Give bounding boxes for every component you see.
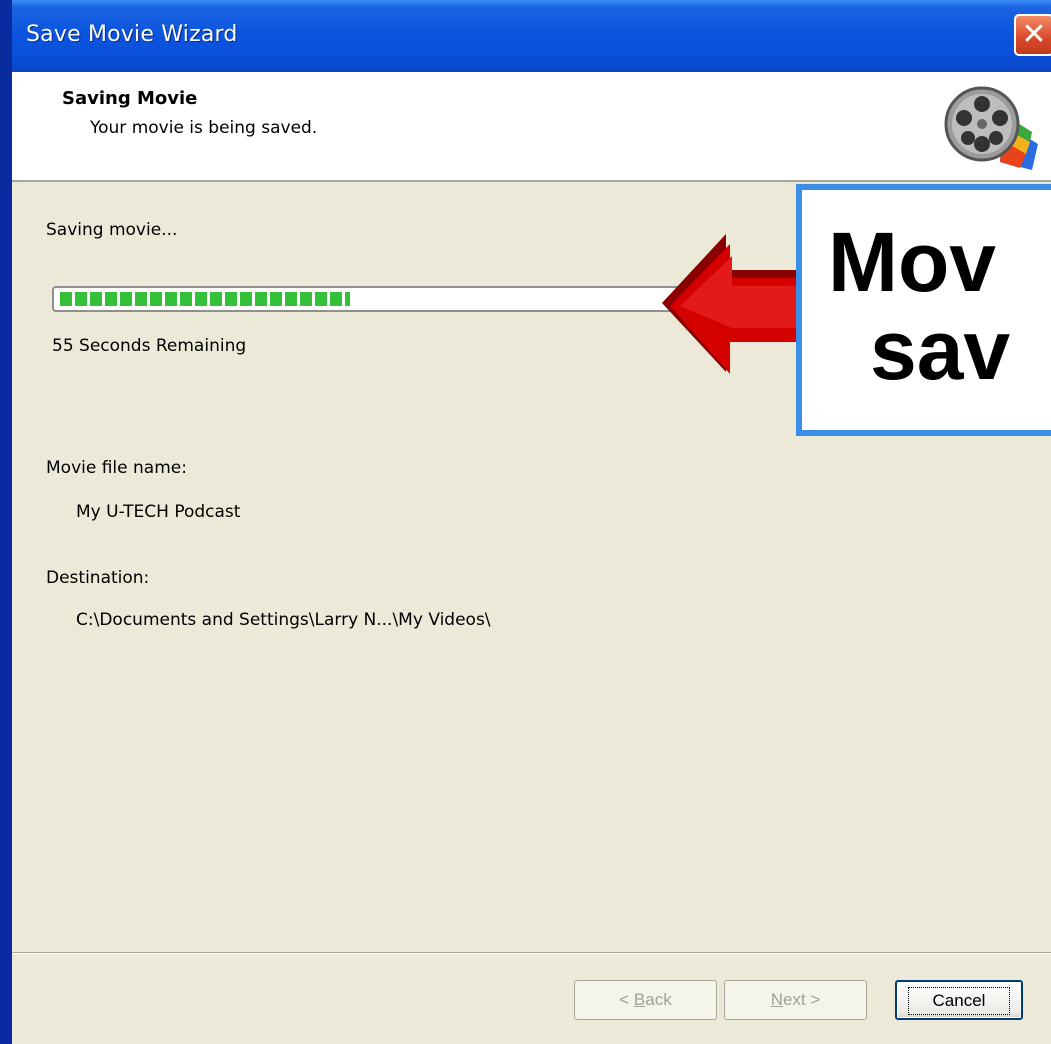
next-mnemonic: N bbox=[770, 990, 783, 1009]
close-button[interactable]: ✕ bbox=[1014, 14, 1051, 56]
window-title: Save Movie Wizard bbox=[26, 22, 238, 47]
cancel-button[interactable]: Cancel bbox=[895, 980, 1023, 1020]
callout-line-2: sav bbox=[870, 303, 1011, 397]
time-remaining: 55 Seconds Remaining bbox=[52, 336, 247, 356]
save-movie-wizard-window: Save Movie Wizard ✕ Saving Movie Your mo… bbox=[12, 0, 1051, 1044]
back-button[interactable]: < Back bbox=[574, 980, 717, 1020]
callout-box: Mov sav bbox=[796, 184, 1051, 436]
header-subtitle: Your movie is being saved. bbox=[90, 118, 318, 138]
next-label-rest: ext > bbox=[782, 990, 821, 1009]
movie-reel-icon bbox=[944, 86, 1038, 170]
footer-divider bbox=[12, 952, 1051, 954]
progress-fill bbox=[60, 292, 350, 306]
back-mnemonic: B bbox=[633, 990, 646, 1009]
close-icon: ✕ bbox=[1021, 17, 1047, 52]
progress-label: Saving movie... bbox=[46, 220, 178, 240]
file-name-value: My U-TECH Podcast bbox=[76, 502, 241, 522]
title-bar[interactable]: Save Movie Wizard ✕ bbox=[12, 0, 1051, 72]
callout-line-1: Mov bbox=[828, 215, 996, 309]
destination-value: C:\Documents and Settings\Larry N...\My … bbox=[76, 610, 491, 630]
cancel-label: Cancel bbox=[907, 987, 1011, 1015]
wizard-header: Saving Movie Your movie is being saved. bbox=[12, 72, 1051, 182]
destination-label: Destination: bbox=[46, 568, 150, 588]
progress-bar bbox=[52, 286, 712, 312]
next-button[interactable]: Next > bbox=[724, 980, 867, 1020]
red-arrow-annotation bbox=[662, 234, 800, 374]
header-title: Saving Movie bbox=[62, 88, 198, 109]
back-label-rest: ack bbox=[645, 990, 672, 1009]
file-name-label: Movie file name: bbox=[46, 458, 187, 478]
back-prefix: < bbox=[619, 990, 634, 1009]
